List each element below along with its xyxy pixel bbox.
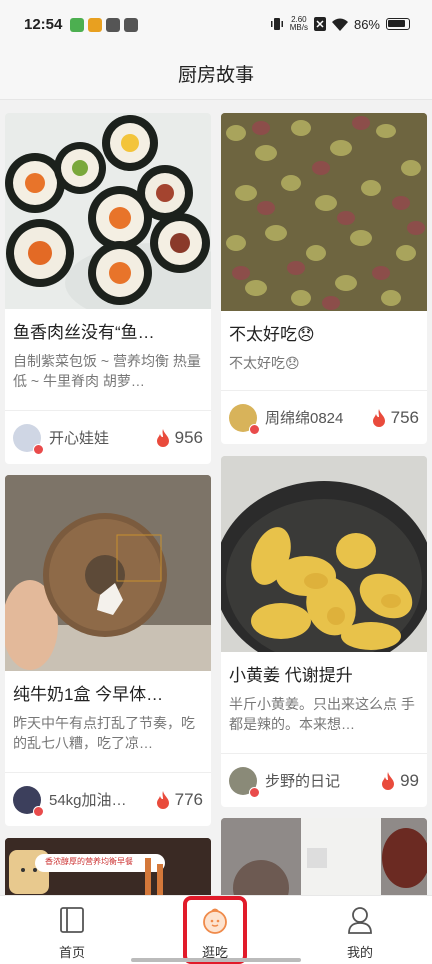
recipe-title[interactable]: 鱼香肉丝没有“鱼… <box>5 309 211 343</box>
tab-browse[interactable]: 逛吃 <box>175 896 255 964</box>
tab-home[interactable]: 首页 <box>32 896 112 964</box>
verified-badge-icon <box>33 443 44 455</box>
heat-count: 756 <box>390 407 419 427</box>
avatar[interactable] <box>13 785 44 817</box>
status-bar: 12:54 2.60 MB/s 86% <box>0 0 432 52</box>
avatar[interactable] <box>13 423 44 455</box>
avatar[interactable] <box>229 766 260 798</box>
recipe-footer: 周绵绵0824 756 <box>221 390 427 444</box>
app-notification-icon <box>70 18 84 32</box>
notification-icons <box>70 18 138 32</box>
recipe-image[interactable] <box>5 475 211 671</box>
person-icon <box>348 907 372 934</box>
home-book-icon <box>60 907 84 933</box>
nfc-icon <box>313 17 326 31</box>
heat-count: 776 <box>174 789 203 809</box>
recipe-image[interactable] <box>221 456 427 652</box>
username[interactable]: 54kg加油… <box>49 789 155 810</box>
tab-mine-label: 我的 <box>346 945 373 960</box>
tab-home-label: 首页 <box>58 945 85 960</box>
recipe-footer: 步野的日记 99 <box>221 753 427 807</box>
status-time: 12:54 <box>24 16 63 33</box>
recipe-image[interactable] <box>221 818 427 895</box>
recipe-image[interactable] <box>221 113 427 311</box>
username[interactable]: 步野的日记 <box>265 770 380 791</box>
weibo-icon <box>88 18 102 32</box>
recipe-description: 半斤小黄姜。只出来这么点 手都是辣的。本来想… <box>229 696 415 732</box>
recipe-footer: 开心娃娃 956 <box>5 410 211 464</box>
recipe-title[interactable]: 纯牛奶1盒 今早体… <box>5 671 211 705</box>
recipe-title[interactable]: 小黄姜 代谢提升 <box>221 652 427 686</box>
recipe-image[interactable]: 香浓醇厚的营养均衡早餐 <box>5 838 211 895</box>
orange-icon <box>203 908 227 934</box>
username[interactable]: 周绵绵0824 <box>265 407 371 428</box>
flame-icon <box>372 408 385 427</box>
header: 厨房故事 <box>0 52 432 100</box>
recipe-card[interactable]: 不太好吃😞 不太好吃😞 周绵绵0824 756 <box>221 113 427 444</box>
recipe-description: 昨天中午有点打乱了节奏，吃的乱七八糟，吃了凉… <box>13 715 195 751</box>
vibrate-icon <box>270 18 283 30</box>
app-notification-icon <box>124 18 138 32</box>
system-icons: 2.60 MB/s 86% <box>270 16 410 32</box>
recipe-card[interactable]: 香浓醇厚的营养均衡早餐 <box>5 838 211 895</box>
heat-count: 956 <box>174 427 203 447</box>
page-title: 厨房故事 <box>177 65 254 86</box>
heat-count: 99 <box>400 770 419 790</box>
flame-icon <box>156 790 169 809</box>
recipe-card[interactable]: 小黄姜 代谢提升 半斤小黄姜。只出来这么点 手都是辣的。本来想… 步野的日记 9… <box>221 456 427 807</box>
flame-icon <box>156 428 169 447</box>
recipe-image[interactable] <box>5 113 211 309</box>
recipe-footer: 54kg加油… 776 <box>5 772 211 826</box>
image-caption: 香浓醇厚的营养均衡早餐 <box>45 857 133 866</box>
verified-badge-icon <box>249 786 260 798</box>
tab-mine[interactable]: 我的 <box>320 896 400 964</box>
battery-icon <box>386 18 410 30</box>
verified-badge-icon <box>33 805 44 817</box>
avatar[interactable] <box>229 403 260 435</box>
flame-icon <box>382 771 395 790</box>
bottom-tab-bar: 首页 逛吃 我的 <box>0 895 432 964</box>
recipe-card[interactable] <box>221 818 427 895</box>
recipe-description: 自制紫菜包饭 ~ 营养均衡 热量低 ~ 牛里脊肉 胡萝… <box>13 353 201 389</box>
wifi-icon <box>331 18 348 31</box>
recipe-feed[interactable]: 鱼香肉丝没有“鱼… 自制紫菜包饭 ~ 营养均衡 热量低 ~ 牛里脊肉 胡萝… 开… <box>0 101 432 895</box>
gesture-home-bar[interactable] <box>131 958 301 962</box>
username[interactable]: 开心娃娃 <box>49 427 155 448</box>
recipe-title[interactable]: 不太好吃😞 <box>221 311 427 345</box>
network-speed: 2.60 MB/s <box>289 15 308 32</box>
app-notification-icon <box>106 18 120 32</box>
battery-percent: 86% <box>353 16 380 32</box>
recipe-description: 不太好吃😞 <box>229 355 300 371</box>
recipe-card[interactable]: 纯牛奶1盒 今早体… 昨天中午有点打乱了节奏，吃的乱七八糟，吃了凉… 54kg加… <box>5 475 211 826</box>
recipe-card[interactable]: 鱼香肉丝没有“鱼… 自制紫菜包饭 ~ 营养均衡 热量低 ~ 牛里脊肉 胡萝… 开… <box>5 113 211 464</box>
verified-badge-icon <box>249 423 260 435</box>
